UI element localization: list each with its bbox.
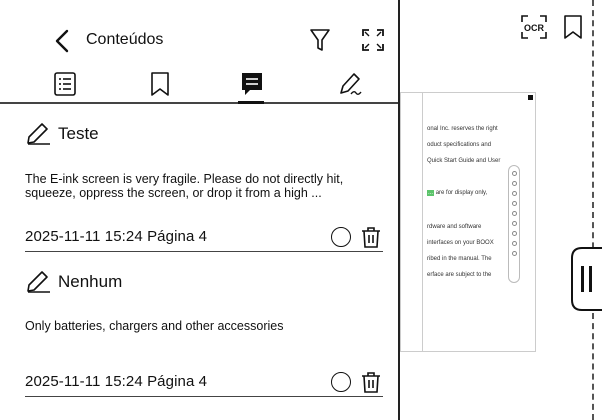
thumbnail-toolbar (508, 165, 520, 283)
thumb-line: rdware and software (427, 224, 482, 230)
thumbnail-marker (528, 95, 533, 100)
entry-divider (25, 251, 383, 252)
trash-icon[interactable] (361, 226, 381, 248)
thumb-line-highlighted: ... are for display only, (427, 190, 487, 196)
note-excerpt[interactable]: The E-ink screen is very fragile. Please… (25, 172, 385, 200)
pencil-icon (27, 271, 50, 293)
tab-list-icon[interactable] (51, 70, 79, 98)
thumb-line: onal Inc. reserves the right (427, 126, 498, 132)
tab-pen-icon[interactable] (336, 70, 364, 98)
page-title: Conteúdos (86, 31, 164, 48)
contents-panel: Conteúdos Teste The E-ink screen is very… (0, 0, 398, 420)
note-title[interactable]: Teste (58, 124, 99, 144)
page-thumbnail: onal Inc. reserves the right oduct speci… (400, 92, 536, 352)
thumb-line-text: are for display only, (435, 190, 488, 196)
tab-note-icon[interactable] (238, 70, 266, 98)
thumbnail-sidebar (401, 93, 423, 351)
page-edge-divider (592, 0, 594, 420)
side-handle-icon[interactable] (568, 246, 602, 312)
bookmark-icon[interactable] (562, 14, 584, 40)
thumb-line: oduct specifications and (427, 142, 492, 148)
trash-icon[interactable] (361, 371, 381, 393)
active-tab-indicator (238, 101, 264, 104)
thumb-line: Quick Start Guide and User (427, 158, 501, 164)
thumb-line: ribed in the manual. The (427, 256, 492, 262)
chevron-left-icon[interactable] (52, 28, 72, 54)
thumb-line: interfaces on your BOOX (427, 240, 494, 246)
expand-icon[interactable] (361, 28, 385, 52)
select-circle-button[interactable] (331, 227, 351, 247)
entry-divider (25, 396, 383, 397)
filter-icon[interactable] (309, 27, 331, 53)
note-meta: 2025-11-11 15:24 Página 4 (25, 228, 208, 245)
note-title[interactable]: Nenhum (58, 272, 122, 292)
tab-bookmark-icon[interactable] (146, 70, 174, 98)
select-circle-button[interactable] (331, 372, 351, 392)
thumb-highlight: ... (427, 190, 435, 196)
thumb-line: erface are subject to the (427, 272, 492, 278)
note-excerpt[interactable]: Only batteries, chargers and other acces… (25, 319, 385, 333)
pencil-icon (27, 123, 50, 145)
note-meta: 2025-11-11 15:24 Página 4 (25, 373, 208, 390)
svg-text:OCR: OCR (524, 23, 545, 33)
ocr-icon[interactable]: OCR (520, 14, 548, 40)
panel-header: Conteúdos (0, 0, 398, 104)
